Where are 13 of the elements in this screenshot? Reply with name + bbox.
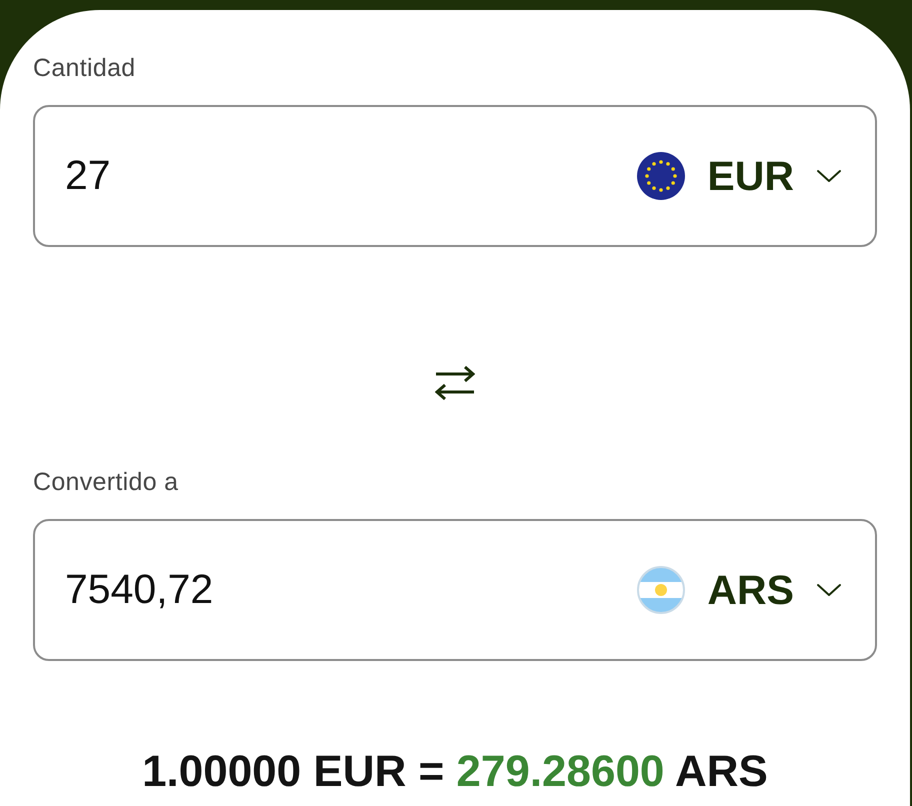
argentina-flag-icon [637, 566, 686, 614]
amount-field[interactable]: 7540,72 ARS [33, 519, 877, 661]
currency-select[interactable]: EUR [637, 146, 842, 206]
chevron-down-icon [816, 583, 842, 597]
amount-field[interactable]: 27 EUR [33, 105, 877, 247]
eu-flag-icon [637, 152, 686, 200]
chevron-down-icon [816, 169, 842, 183]
swap-arrows-icon [435, 366, 475, 400]
currency-select[interactable]: ARS [637, 560, 842, 620]
field-label: Cantidad [33, 53, 136, 83]
field-label: Convertido a [33, 467, 180, 497]
swap-button[interactable] [433, 363, 477, 403]
exchange-rate-text: 1.00000 EUR = 279.28600 ARS [142, 746, 768, 798]
